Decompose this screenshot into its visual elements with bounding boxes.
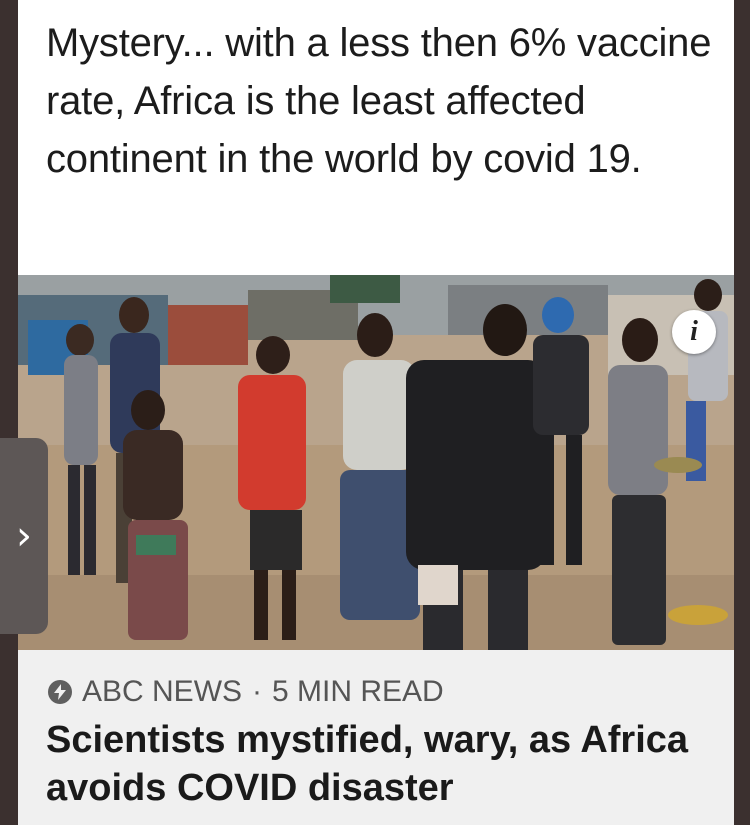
chevron-right-icon: › (16, 513, 32, 559)
post-card: Mystery... with a less then 6% vaccine r… (18, 0, 734, 825)
article-headline[interactable]: Scientists mystified, wary, as Africa av… (46, 716, 706, 812)
market-scene-illustration (18, 275, 734, 650)
next-arrow-button[interactable]: › (0, 438, 48, 634)
left-frame (0, 0, 18, 825)
lightning-bolt-icon (48, 680, 72, 704)
news-photo[interactable]: i (18, 275, 734, 650)
source-row: ABC NEWS · 5 MIN READ (48, 674, 444, 710)
source-name: ABC NEWS (82, 675, 243, 708)
separator: · (252, 675, 263, 708)
link-preview[interactable]: ABC NEWS · 5 MIN READ Scientists mystifi… (18, 650, 734, 825)
info-icon[interactable]: i (672, 310, 716, 354)
right-frame (734, 0, 750, 825)
read-time: 5 MIN READ (272, 675, 444, 708)
post-text: Mystery... with a less then 6% vaccine r… (46, 21, 712, 181)
